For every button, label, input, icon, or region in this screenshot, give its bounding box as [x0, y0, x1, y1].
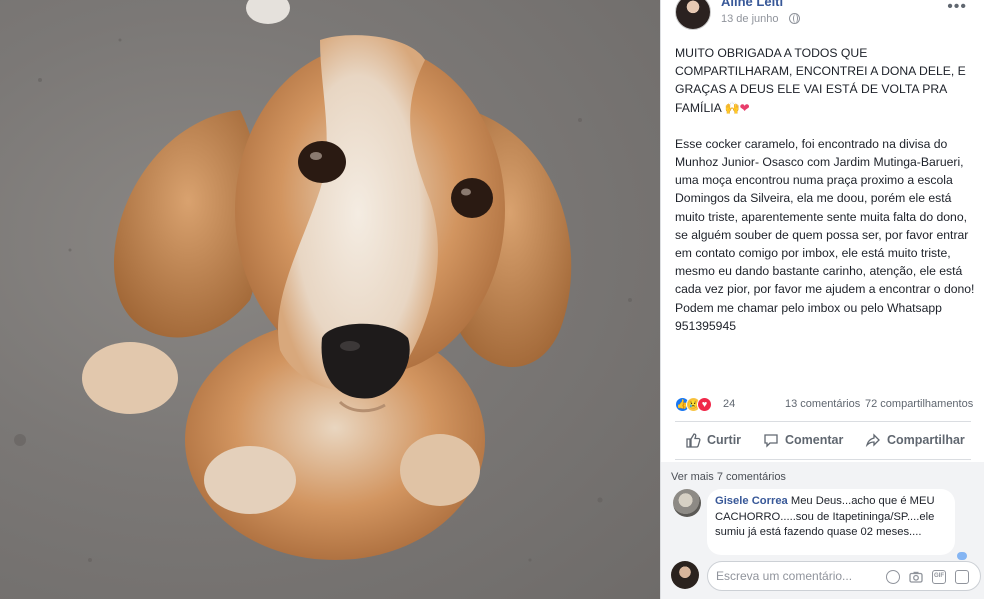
reactions-summary[interactable]: 👍 😢 ♥	[675, 397, 723, 413]
love-icon: ♥	[697, 397, 712, 412]
share-arrow-icon	[865, 433, 880, 448]
comment-bubble: Gisele Correa Meu Deus...acho que é MEU …	[707, 489, 955, 555]
author-avatar[interactable]	[675, 0, 711, 30]
sticker-icon[interactable]	[955, 570, 969, 584]
comment-input[interactable]	[716, 568, 866, 584]
divider	[675, 421, 971, 422]
comments-count[interactable]: 13 comentários	[785, 398, 860, 410]
more-options-icon[interactable]: •••	[947, 0, 967, 16]
post-text: MUITO OBRIGADA A TODOS QUE COMPARTILHARA…	[675, 44, 975, 335]
globe-icon	[789, 13, 800, 24]
gif-icon[interactable]: GIF	[932, 570, 946, 584]
share-button[interactable]: Compartilhar	[865, 432, 965, 448]
post-header: Aline Leiti 13 de junho •••	[675, 0, 975, 34]
post-stats: 👍 😢 ♥ 24 13 comentários 72 compartilhame…	[675, 396, 975, 414]
heart-emoji: ❤	[739, 100, 750, 115]
reactions-count[interactable]: 24	[723, 398, 735, 410]
like-label: Curtir	[707, 433, 742, 447]
comment-button[interactable]: Comentar	[763, 432, 843, 448]
like-button[interactable]: Curtir	[685, 432, 741, 448]
comments-section: Ver mais 7 comentários Gisele Correa Meu…	[661, 462, 984, 599]
post-text-line: MUITO OBRIGADA A TODOS QUE COMPARTILHARA…	[675, 46, 966, 115]
post-panel: Aline Leiti 13 de junho ••• MUITO OBRIGA…	[660, 0, 984, 599]
divider	[675, 459, 971, 460]
comment-reaction-icon[interactable]	[957, 552, 967, 560]
cocker-spaniel-photo	[14, 0, 632, 562]
commenter-avatar[interactable]	[673, 489, 701, 517]
shares-count[interactable]: 72 compartilhamentos	[865, 398, 973, 410]
post-date[interactable]: 13 de junho	[721, 13, 779, 25]
emoji-icon[interactable]	[886, 570, 900, 584]
post-paragraph: MUITO OBRIGADA A TODOS QUE COMPARTILHARA…	[675, 44, 975, 117]
author-name[interactable]: Aline Leiti	[721, 0, 783, 9]
comment-icon	[764, 434, 778, 448]
share-label: Compartilhar	[887, 433, 965, 447]
comment-label: Comentar	[785, 433, 844, 447]
post-photo[interactable]	[0, 0, 660, 599]
thumbs-up-icon	[686, 433, 701, 448]
see-more-comments-link[interactable]: Ver mais 7 comentários	[671, 471, 786, 483]
camera-icon[interactable]	[909, 570, 923, 584]
post-paragraph: Podem me chamar pelo imbox ou pelo Whats…	[675, 300, 942, 333]
commenter-name[interactable]: Gisele Correa	[715, 495, 788, 507]
post-paragraph: Esse cocker caramelo, foi encontrado na …	[675, 136, 975, 297]
current-user-avatar	[671, 561, 699, 589]
action-bar: Curtir Comentar Compartilhar	[675, 426, 975, 454]
raised-hands-emoji: 🙌	[724, 100, 740, 115]
comment-composer[interactable]: GIF	[707, 561, 981, 591]
